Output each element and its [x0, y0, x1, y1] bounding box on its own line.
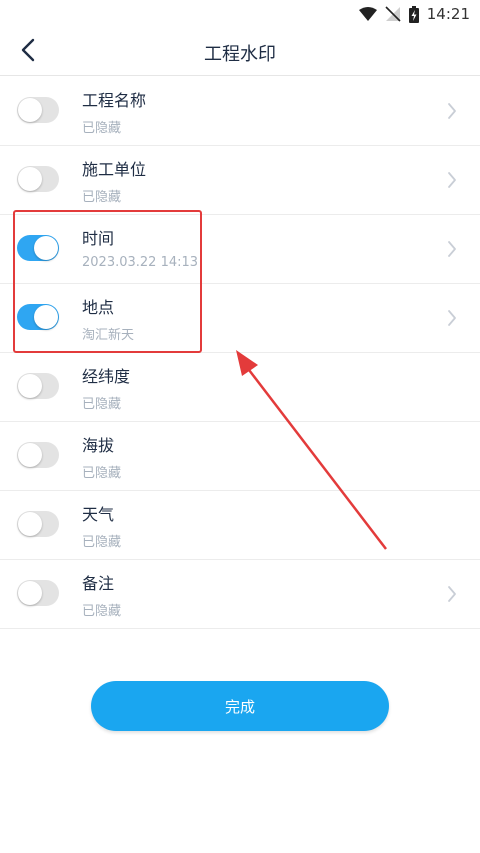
screen: 14:21 工程水印 工程名称 已隐藏 施工单位 已隐藏 时间 2023.03.… — [0, 0, 480, 853]
done-button[interactable]: 完成 — [91, 681, 389, 731]
